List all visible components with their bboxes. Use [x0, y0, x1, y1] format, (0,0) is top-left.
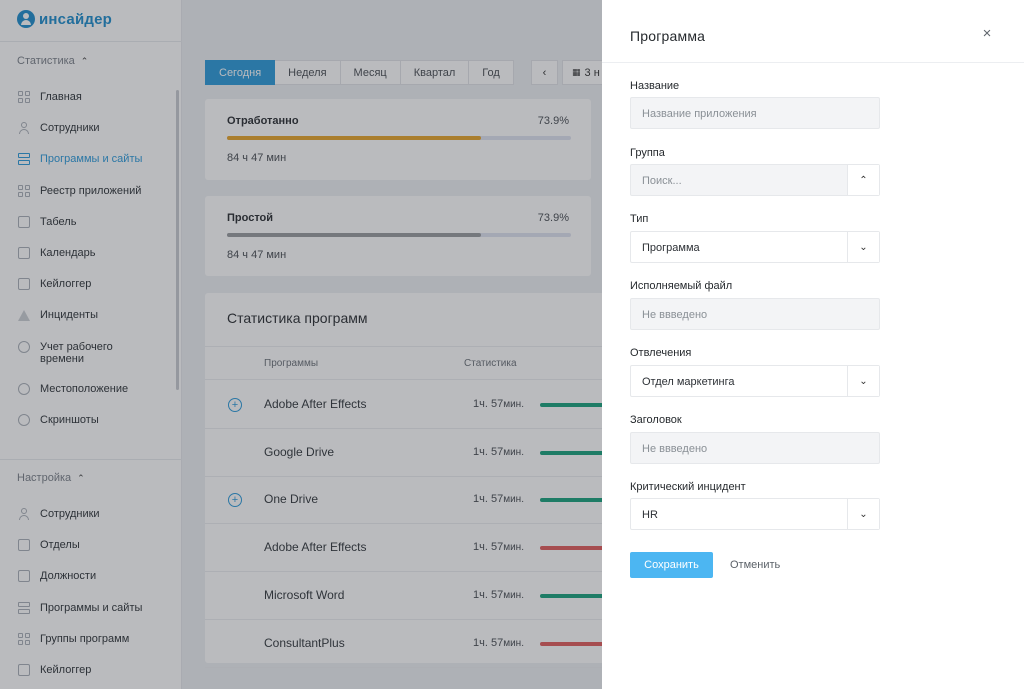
close-icon[interactable]: × — [980, 26, 994, 41]
critical-value: HR — [642, 509, 658, 521]
chevron-down-icon[interactable]: ⌄ — [847, 499, 879, 529]
exe-label: Исполняемый файл — [630, 280, 733, 292]
save-button[interactable]: Сохранить — [630, 552, 713, 578]
window-title-label: Заголовок — [630, 414, 682, 426]
program-drawer: Программа × Название Название приложения… — [602, 0, 1024, 689]
type-select[interactable]: Программа ⌄ — [630, 231, 880, 263]
group-label: Группа — [630, 147, 665, 159]
critical-label: Критический инцидент — [630, 481, 746, 493]
cancel-button[interactable]: Отменить — [730, 559, 780, 571]
group-placeholder: Поиск... — [642, 175, 682, 187]
name-label: Название — [630, 80, 680, 92]
window-title-placeholder: Не ввведено — [642, 443, 708, 455]
name-input[interactable]: Название приложения — [630, 97, 880, 129]
type-label: Тип — [630, 213, 649, 225]
exe-placeholder: Не ввведено — [642, 309, 708, 321]
chevron-down-icon[interactable]: ⌄ — [847, 232, 879, 262]
type-value: Программа — [642, 242, 700, 254]
distraction-label: Отвлечения — [630, 347, 692, 359]
exe-input[interactable]: Не ввведено — [630, 298, 880, 330]
chevron-down-icon[interactable]: ⌄ — [847, 366, 879, 396]
drawer-title: Программа — [630, 28, 706, 44]
distraction-value: Отдел маркетинга — [642, 376, 735, 388]
modal-overlay[interactable] — [0, 0, 602, 689]
critical-select[interactable]: HR ⌄ — [630, 498, 880, 530]
distraction-select[interactable]: Отдел маркетинга ⌄ — [630, 365, 880, 397]
chevron-up-icon[interactable]: ⌃ — [847, 165, 879, 195]
group-select[interactable]: Поиск... ⌃ — [630, 164, 880, 196]
window-title-input[interactable]: Не ввведено — [630, 432, 880, 464]
drawer-divider — [602, 62, 1024, 63]
name-placeholder: Название приложения — [642, 108, 757, 120]
